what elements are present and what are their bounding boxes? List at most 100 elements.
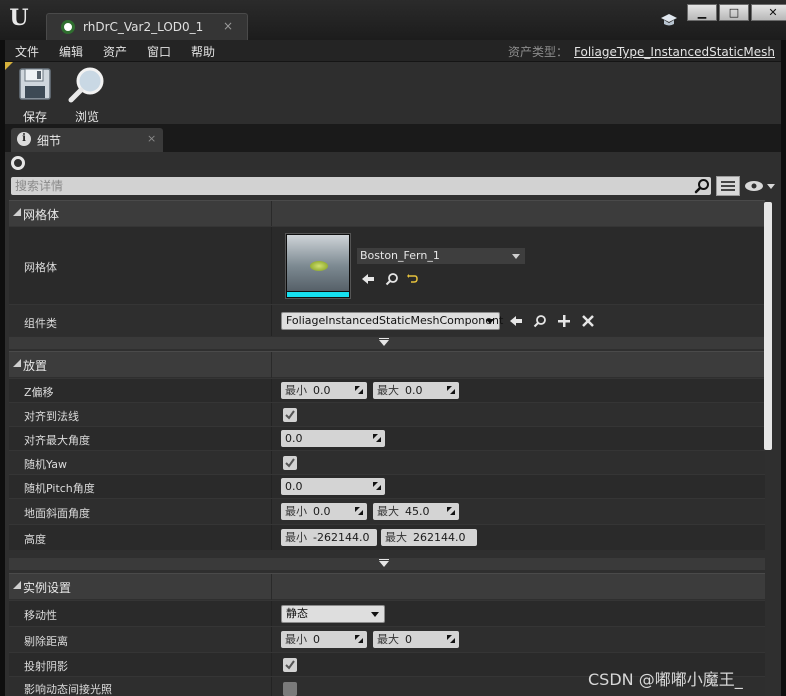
z-offset-min-field[interactable]: 最小 0.0 (281, 382, 367, 399)
dropdown-arrow-icon (512, 254, 520, 259)
component-class-dropdown[interactable]: FoliageInstancedStaticMeshComponent (281, 312, 504, 330)
ground-slope-label: 地面斜面角度 (24, 507, 90, 520)
menu-file[interactable]: 文件 (15, 43, 39, 60)
property-row-random-yaw: 随机Yaw (9, 450, 765, 474)
asset-type-link[interactable]: FoliageType_InstancedStaticMesh (574, 45, 775, 59)
add-plus-icon[interactable] (557, 314, 571, 328)
component-class-label: 组件类 (24, 317, 57, 330)
height-min-field[interactable]: 最小 -262144.0 (281, 529, 377, 546)
category-mesh[interactable]: 网格体 (9, 200, 765, 227)
asset-type-indicator: 资产类型： FoliageType_InstancedStaticMesh (508, 43, 775, 60)
menu-window[interactable]: 窗口 (147, 43, 171, 60)
browse-label: 浏览 (74, 110, 99, 124)
mesh-label: 网格体 (24, 261, 57, 274)
document-tab-close-icon[interactable]: × (223, 19, 233, 33)
category-mesh-title: 网格体 (23, 208, 60, 222)
mobility-value: 静态 (286, 607, 308, 620)
browse-button[interactable]: 浏览 (65, 66, 109, 124)
property-row-height: 高度 最小 -262144.0 最大 262144.0 (9, 524, 765, 550)
category-placement-title: 放置 (23, 359, 48, 373)
property-row-ground-slope: 地面斜面角度 最小 0.0 最大 45.0 (9, 498, 765, 524)
reset-to-default-icon[interactable] (406, 272, 420, 286)
mesh-thumbnail[interactable] (285, 233, 351, 299)
property-row-mobility: 移动性 静态 (9, 600, 765, 626)
document-tab[interactable]: rhDrC_Var2_LOD0_1 × (46, 13, 248, 40)
details-tab-close-icon[interactable]: × (147, 132, 156, 145)
cull-distance-min-field[interactable]: 最小 0 (281, 631, 367, 648)
ground-slope-min-field[interactable]: 最小 0.0 (281, 503, 367, 520)
property-matrix-button[interactable] (716, 176, 740, 196)
drag-handle-icon (355, 635, 363, 643)
menu-help[interactable]: 帮助 (191, 43, 215, 60)
align-to-normal-checkbox[interactable] (283, 408, 297, 422)
save-button[interactable]: 保存 (13, 66, 57, 124)
property-grid: 网格体 网格体 Boston_Fern_1 组件类 FoliageInstanc… (9, 200, 765, 696)
search-icon[interactable] (694, 178, 710, 194)
graduation-cap-icon[interactable] (660, 12, 678, 28)
unreal-logo-icon: U (9, 5, 29, 31)
z-offset-max-field[interactable]: 最大 0.0 (373, 382, 459, 399)
category-instance-settings[interactable]: 实例设置 (9, 573, 765, 600)
dropdown-arrow-icon (371, 612, 379, 617)
align-max-angle-label: 对齐最大角度 (24, 434, 90, 447)
drag-handle-icon (355, 507, 363, 515)
title-bar: U rhDrC_Var2_LOD0_1 × ▁ □ ✕ (0, 0, 786, 40)
menu-asset[interactable]: 资产 (103, 43, 127, 60)
dynamic-indirect-label: 影响动态间接光照 (24, 683, 112, 696)
random-yaw-checkbox[interactable] (283, 456, 297, 470)
view-options-eye-icon[interactable] (743, 179, 777, 193)
advanced-expander-mesh[interactable] (9, 337, 765, 349)
foliage-type-icon (61, 20, 75, 34)
drag-handle-icon (447, 635, 455, 643)
browse-magnifier-icon[interactable] (385, 272, 399, 286)
mesh-asset-value: Boston_Fern_1 (360, 249, 440, 262)
save-label: 保存 (22, 110, 47, 124)
cull-distance-max-field[interactable]: 最大 0 (373, 631, 459, 648)
use-selected-arrow-icon[interactable] (509, 314, 523, 328)
watermark: CSDN @嘟嘟小魔王_ (588, 670, 743, 689)
fern-preview-icon (310, 261, 328, 271)
menu-edit[interactable]: 编辑 (59, 43, 83, 60)
align-max-angle-field[interactable]: 0.0 (281, 430, 385, 447)
maximize-button[interactable]: □ (719, 4, 749, 21)
use-selected-arrow-icon[interactable] (361, 272, 375, 286)
property-row-component-class: 组件类 FoliageInstancedStaticMeshComponent (9, 304, 765, 336)
z-offset-label: Z偏移 (24, 386, 54, 399)
category-placement[interactable]: 放置 (9, 351, 765, 378)
clear-x-icon[interactable] (581, 314, 595, 328)
minimize-button[interactable]: ▁ (687, 4, 717, 21)
property-row-random-pitch: 随机Pitch角度 0.0 (9, 474, 765, 498)
cast-shadow-checkbox[interactable] (283, 658, 297, 672)
close-button[interactable]: ✕ (751, 4, 786, 21)
corner-marker-icon (5, 62, 13, 70)
expand-arrow-icon (379, 561, 389, 567)
property-row-align-max-angle: 对齐最大角度 0.0 (9, 426, 765, 450)
category-instance-title: 实例设置 (23, 581, 72, 595)
collapse-arrow-icon (13, 581, 21, 589)
search-details-input[interactable] (15, 177, 675, 195)
drag-handle-icon (373, 482, 381, 490)
random-pitch-field[interactable]: 0.0 (281, 478, 385, 495)
mesh-asset-picker[interactable]: Boston_Fern_1 (356, 247, 526, 265)
panel-tab-strip: i 细节 × (5, 124, 781, 152)
document-tab-label: rhDrC_Var2_LOD0_1 (83, 20, 204, 34)
dynamic-indirect-checkbox[interactable] (283, 682, 297, 696)
details-scrollbar[interactable] (764, 202, 772, 450)
toolbar: 保存 浏览 (5, 62, 781, 124)
browse-magnifier-icon[interactable] (533, 314, 547, 328)
details-tab[interactable]: i 细节 × (11, 128, 163, 152)
mobility-dropdown[interactable]: 静态 (281, 605, 385, 623)
search-bar (11, 177, 711, 195)
drag-handle-icon (355, 386, 363, 394)
height-max-field[interactable]: 最大 262144.0 (381, 529, 477, 546)
dropdown-arrow-icon (486, 319, 494, 324)
details-tab-label: 细节 (37, 134, 62, 148)
object-ring-icon (11, 156, 25, 170)
ground-slope-max-field[interactable]: 最大 45.0 (373, 503, 459, 520)
mobility-label: 移动性 (24, 609, 57, 622)
menu-bar: 文件 编辑 资产 窗口 帮助 资产类型： FoliageType_Instance… (5, 40, 781, 62)
component-class-value: FoliageInstancedStaticMeshComponent (286, 314, 504, 327)
checkmark-icon (285, 458, 295, 468)
advanced-expander-placement[interactable] (9, 558, 765, 570)
cull-distance-label: 剔除距离 (24, 635, 68, 648)
